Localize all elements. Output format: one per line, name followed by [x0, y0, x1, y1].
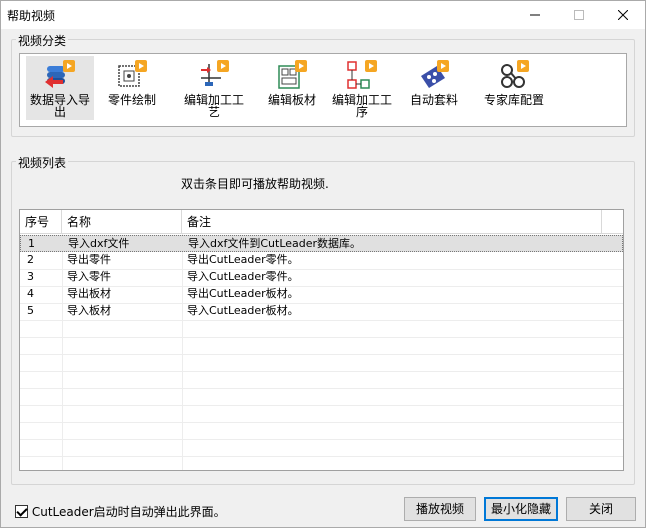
edit-sequence-icon — [347, 60, 377, 89]
auto-nesting-icon — [421, 60, 449, 88]
category-label: 编辑加工工艺 — [183, 93, 244, 119]
row-gridline — [20, 320, 623, 321]
expert-library-icon — [501, 60, 529, 88]
maximize-icon — [574, 10, 584, 20]
category-part-drawing[interactable]: 零件绘制 — [98, 56, 166, 120]
row-no: 1 — [28, 237, 35, 250]
row-name: 导出板材 — [67, 287, 111, 300]
row-note: 导入CutLeader板材。 — [187, 304, 299, 317]
category-label: 自动套料 — [409, 93, 458, 107]
row-gridline — [20, 439, 623, 440]
row-name: 导入零件 — [67, 270, 111, 283]
category-toolbar: 数据导入导出 零件绘制 编辑加工工艺 编辑板材 编辑加工工序 自动套料 专家库配… — [19, 53, 627, 127]
row-gridline — [20, 303, 623, 304]
category-group-label: 视频分类 — [16, 32, 69, 49]
category-edit-sheet[interactable]: 编辑板材 — [258, 56, 326, 120]
row-gridline — [20, 286, 623, 287]
minimize-hide-button[interactable]: 最小化隐藏 — [484, 497, 558, 521]
row-no: 4 — [27, 287, 34, 300]
data-import-export-icon — [45, 60, 75, 88]
row-name: 导出零件 — [67, 253, 111, 266]
category-expert-library[interactable]: 专家库配置 — [474, 56, 554, 120]
auto-popup-checkbox[interactable] — [15, 505, 28, 518]
category-edit-sequence[interactable]: 编辑加工工序 — [328, 56, 396, 120]
row-gridline — [20, 269, 623, 270]
row-gridline — [20, 456, 623, 457]
table-row[interactable]: 2 导出零件 导出CutLeader零件。 — [20, 252, 623, 269]
category-label: 专家库配置 — [483, 93, 544, 107]
table-row[interactable]: 5 导入板材 导入CutLeader板材。 — [20, 303, 623, 320]
table-row[interactable]: 4 导出板材 导出CutLeader板材。 — [20, 286, 623, 303]
column-header-name[interactable]: 名称 — [62, 210, 182, 234]
row-no: 5 — [27, 304, 34, 317]
edit-sheet-icon — [278, 60, 307, 89]
category-data-import-export[interactable]: 数据导入导出 — [26, 56, 94, 120]
row-note: 导入CutLeader零件。 — [187, 270, 299, 283]
row-note: 导出CutLeader零件。 — [187, 253, 299, 266]
auto-popup-label: CutLeader启动时自动弹出此界面。 — [31, 505, 226, 519]
list-hint: 双击条目即可播放帮助视频. — [181, 177, 329, 191]
row-name: 导入dxf文件 — [68, 237, 130, 250]
close-button[interactable]: 关闭 — [566, 497, 636, 521]
close-window-button[interactable] — [601, 1, 645, 29]
minimize-window-button[interactable] — [513, 1, 557, 29]
category-label: 数据导入导出 — [29, 93, 90, 119]
play-video-button[interactable]: 播放视频 — [404, 497, 476, 521]
row-note: 导入dxf文件到CutLeader数据库。 — [188, 237, 362, 250]
row-gridline — [20, 354, 623, 355]
minimize-icon — [530, 14, 540, 16]
category-label: 编辑板材 — [267, 93, 316, 107]
window-title: 帮助视频 — [7, 9, 56, 23]
title-bar: 帮助视频 — [1, 1, 645, 29]
row-gridline — [20, 337, 623, 338]
table-row[interactable]: 3 导入零件 导入CutLeader零件。 — [20, 269, 623, 286]
row-no: 2 — [27, 253, 34, 266]
column-header-no[interactable]: 序号 — [20, 210, 62, 234]
category-edit-process[interactable]: 编辑加工工艺 — [180, 56, 248, 120]
close-icon — [618, 10, 628, 20]
row-note: 导出CutLeader板材。 — [187, 287, 299, 300]
auto-popup-option[interactable]: CutLeader启动时自动弹出此界面。 — [15, 503, 226, 520]
row-no: 3 — [27, 270, 34, 283]
maximize-window-button — [557, 1, 601, 29]
row-name: 导入板材 — [67, 304, 111, 317]
list-group-label: 视频列表 — [16, 154, 69, 171]
category-label: 编辑加工工序 — [331, 93, 392, 119]
edit-process-icon — [201, 60, 229, 86]
table-header: 序号 名称 备注 — [20, 210, 623, 234]
video-list-table: 序号 名称 备注 1 导入dxf文件 导入dxf文件到CutLeader数据库。… — [19, 209, 624, 471]
row-gridline — [20, 388, 623, 389]
help-video-window: 帮助视频 视频分类 数据导入导出 零件绘制 编辑加工工艺 编辑板材 编辑加工工序… — [0, 0, 646, 528]
category-auto-nesting[interactable]: 自动套料 — [400, 56, 468, 120]
category-label: 零件绘制 — [107, 93, 156, 107]
table-row[interactable]: 1 导入dxf文件 导入dxf文件到CutLeader数据库。 — [20, 235, 623, 252]
row-gridline — [20, 422, 623, 423]
column-header-note[interactable]: 备注 — [182, 210, 602, 234]
row-gridline — [20, 405, 623, 406]
part-drawing-icon — [118, 60, 147, 87]
row-gridline — [20, 371, 623, 372]
